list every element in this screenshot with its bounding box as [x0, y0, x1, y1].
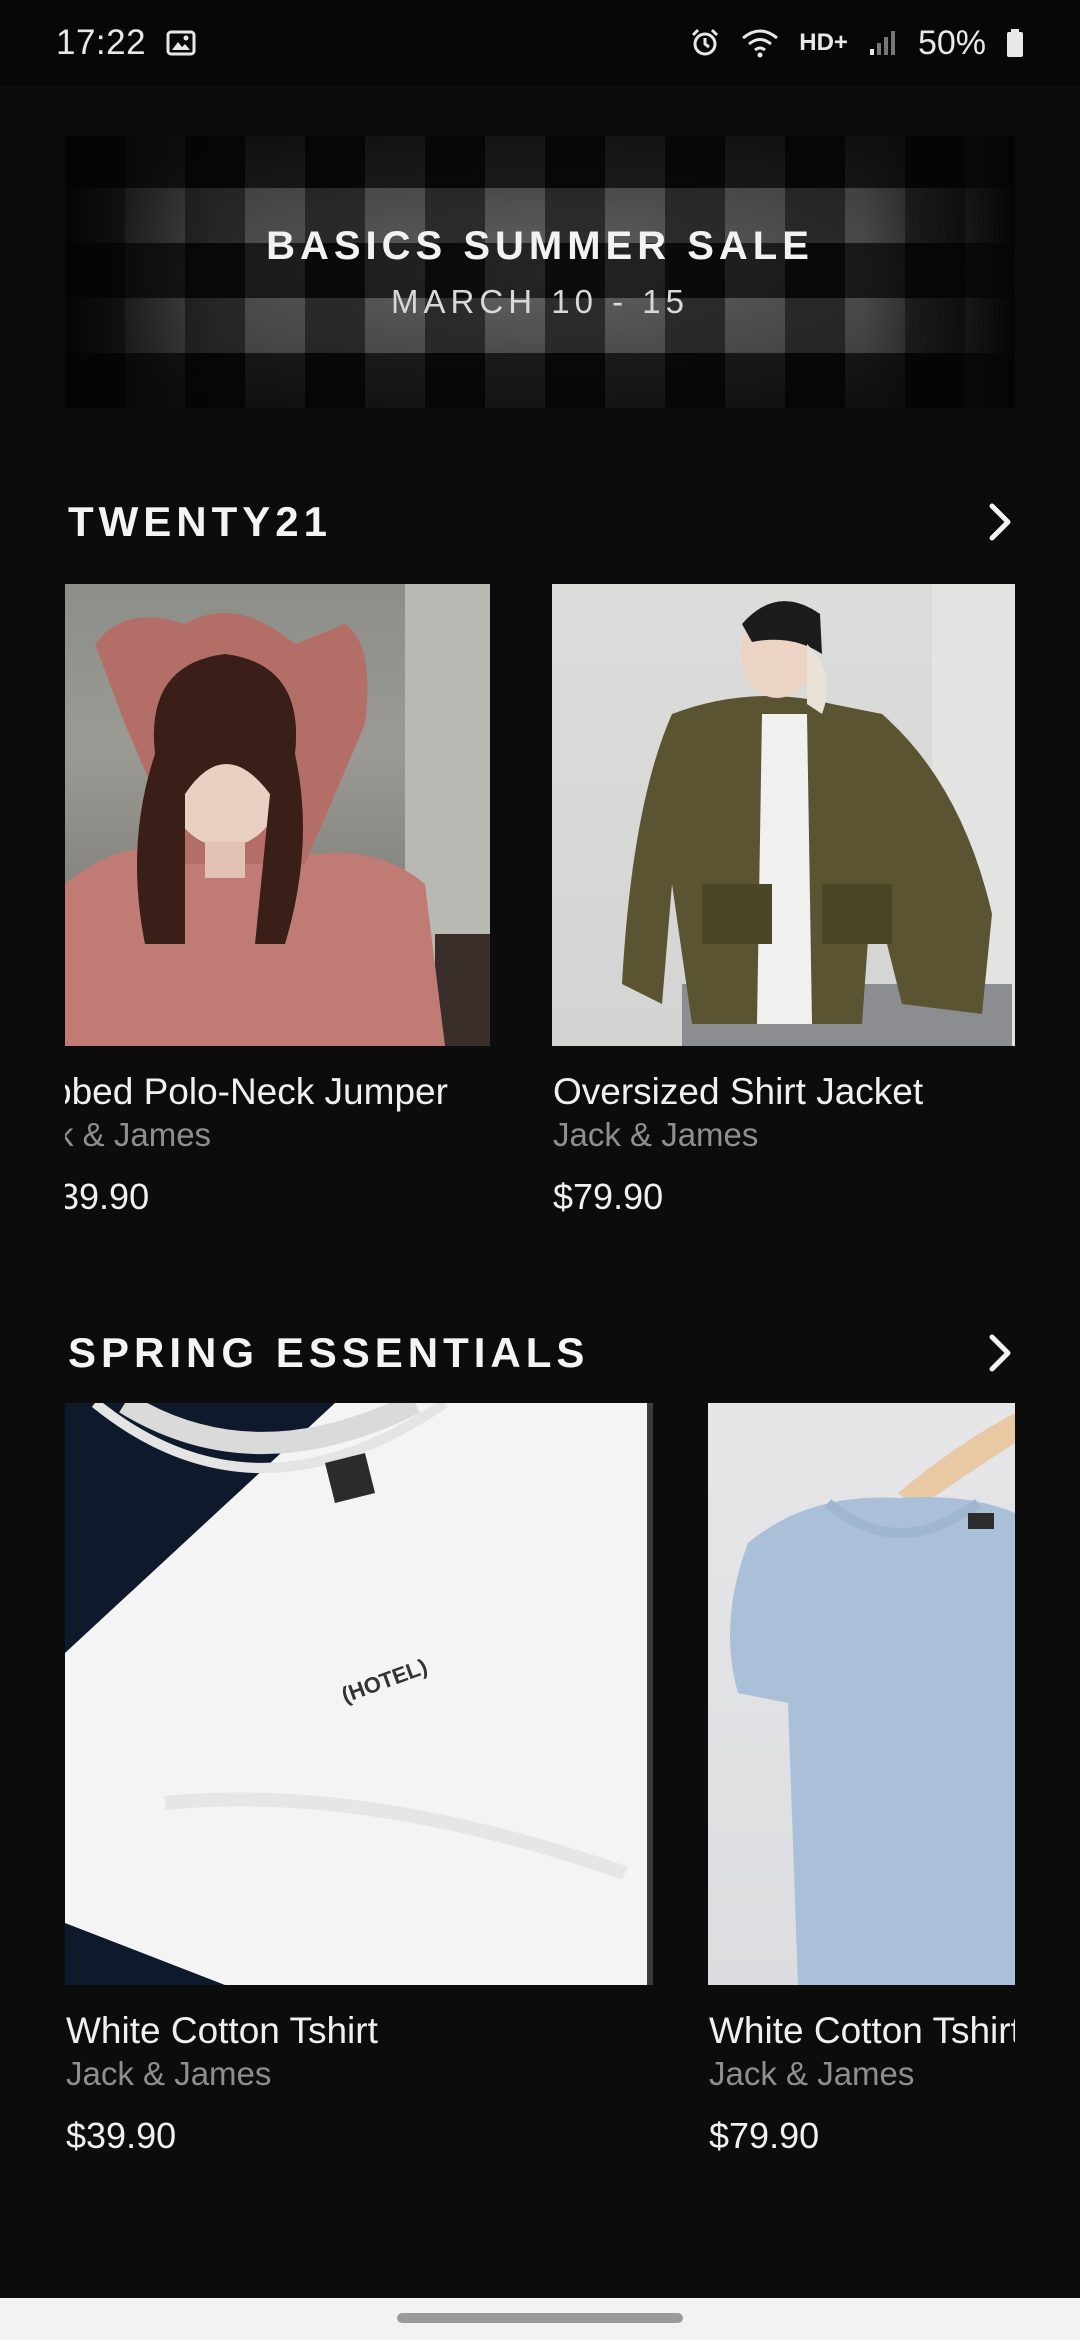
product-image: (HOTEL): [65, 1403, 653, 1985]
product-price: $39.90: [66, 2115, 177, 2156]
product-brand: Jack & James: [66, 2055, 272, 2092]
product-brand: k & James: [65, 1116, 212, 1153]
chevron-right-icon[interactable]: [982, 500, 1018, 544]
banner-title: BASICS SUMMER SALE: [266, 223, 814, 268]
product-carousel-spring-essentials[interactable]: (HOTEL) White Cotton Tshirt Jack & James…: [65, 1403, 1015, 2173]
product-brand: Jack & James: [553, 1116, 759, 1153]
product-price: 39.90: [65, 1176, 150, 1217]
status-time: 17:22: [56, 23, 147, 62]
product-name: Oversized Shirt Jacket: [553, 1071, 924, 1112]
section-title: SPRING ESSENTIALS: [68, 1329, 590, 1376]
product-card[interactable]: (HOTEL) White Cotton Tshirt Jack & James…: [65, 1403, 653, 2173]
gesture-nav-bar: [0, 2298, 1080, 2340]
product-image: [65, 584, 490, 1046]
product-image: [708, 1403, 1015, 1985]
product-image: [552, 584, 1015, 1046]
product-price: $79.90: [553, 1176, 664, 1217]
product-name: bbed Polo-Neck Jumper: [65, 1071, 448, 1112]
status-bar: 17:22 HD+ 50%: [0, 0, 1080, 86]
home-indicator[interactable]: [397, 2313, 683, 2323]
shirt-print-text: (HOTEL): [338, 1654, 430, 1708]
section-header-twenty21[interactable]: TWENTY21: [68, 498, 1018, 546]
wifi-icon: [741, 28, 779, 58]
battery-percent: 50%: [917, 23, 986, 62]
product-card[interactable]: White Cotton Tshirt Jack & James $79.90: [708, 1403, 1015, 2173]
alarm-icon: [689, 27, 721, 59]
chevron-right-icon[interactable]: [982, 1331, 1018, 1375]
battery-icon: [1006, 28, 1024, 58]
section-header-spring-essentials[interactable]: SPRING ESSENTIALS: [68, 1329, 1018, 1377]
section-title: TWENTY21: [68, 498, 333, 545]
product-price: $79.90: [709, 2115, 820, 2156]
product-carousel-twenty21[interactable]: bbed Polo-Neck Jumper k & James 39.90 Ov…: [65, 584, 1015, 1244]
gallery-icon: [166, 29, 196, 57]
product-brand: Jack & James: [709, 2055, 915, 2092]
sale-banner[interactable]: BASICS SUMMER SALE MARCH 10 - 15: [65, 136, 1015, 408]
product-card[interactable]: bbed Polo-Neck Jumper k & James 39.90: [65, 584, 490, 1244]
signal-icon: [868, 29, 898, 57]
product-name: White Cotton Tshirt: [66, 2010, 378, 2051]
banner-subtitle: MARCH 10 - 15: [391, 282, 689, 320]
product-name: White Cotton Tshirt: [709, 2010, 1015, 2051]
product-card[interactable]: Oversized Shirt Jacket Jack & James $79.…: [552, 584, 1015, 1244]
network-type-label: HD+: [799, 29, 848, 56]
